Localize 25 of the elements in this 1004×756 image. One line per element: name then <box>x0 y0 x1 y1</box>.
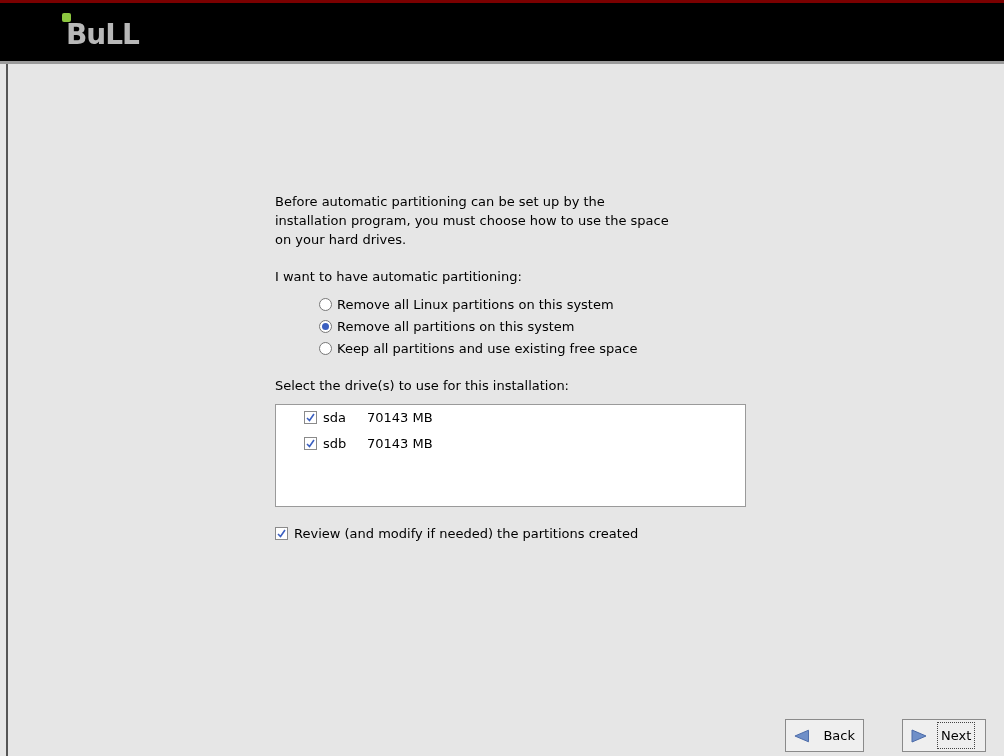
drive-row[interactable]: sda 70143 MB <box>304 409 745 426</box>
logo: BuLL <box>66 14 139 50</box>
checkbox[interactable] <box>304 437 317 450</box>
logo-square-icon <box>62 12 71 22</box>
left-arrow-icon <box>794 728 810 743</box>
drive-row[interactable]: sdb 70143 MB <box>304 435 745 452</box>
drive-size: 70143 MB <box>367 408 433 427</box>
checkbox[interactable] <box>275 527 288 541</box>
drive-name: sda <box>323 408 347 427</box>
radio-button[interactable] <box>319 320 332 333</box>
next-button[interactable]: Next <box>902 719 986 752</box>
drives-label: Select the drive(s) to use for this installation: <box>275 376 570 395</box>
right-arrow-icon <box>911 728 927 743</box>
radio-option[interactable]: Keep all partitions and use existing free space <box>319 339 1004 358</box>
drive-size: 70143 MB <box>367 434 433 453</box>
partitioning-label: I want to have automatic partitioning: <box>275 268 523 286</box>
radio-option[interactable]: Remove all partitions on this system <box>319 317 1004 336</box>
radio-button[interactable] <box>319 298 332 311</box>
back-button[interactable]: Back <box>785 719 864 752</box>
radio-option[interactable]: Remove all Linux partitions on this system <box>319 295 1004 314</box>
checkbox[interactable] <box>304 411 317 424</box>
review-label[interactable]: Review (and modify if needed) the partitions created <box>294 524 639 544</box>
drive-name: sdb <box>323 434 348 453</box>
intro-text: Before automatic partitioning can be set up by the installation program, you must choose how to use the space on your hard drives. <box>275 193 670 249</box>
radio-button[interactable] <box>319 342 332 355</box>
